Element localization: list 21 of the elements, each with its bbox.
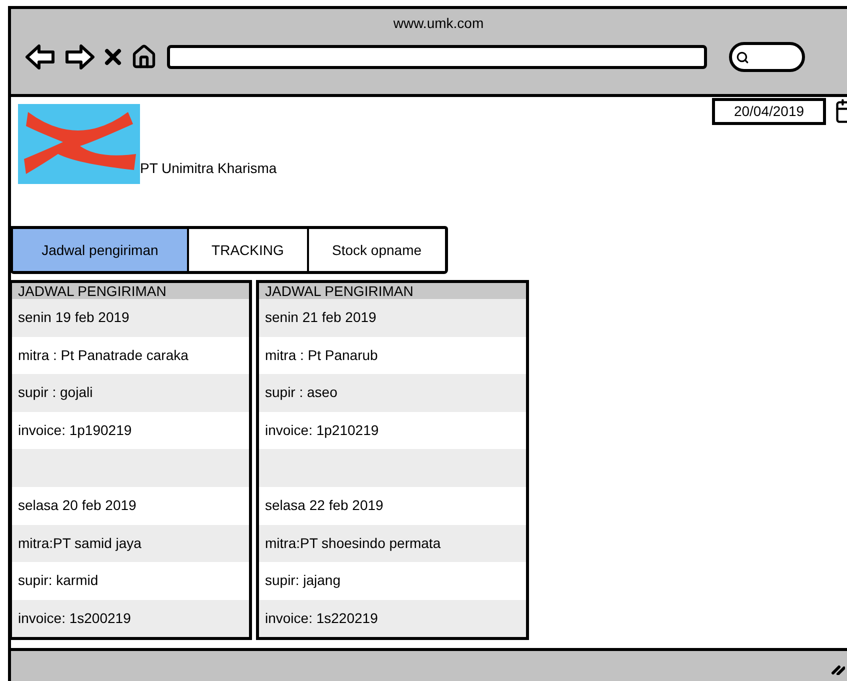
company-name: PT Unimitra Kharisma bbox=[140, 159, 277, 178]
schedule-row: invoice: 1s220219 bbox=[259, 600, 526, 638]
tab[interactable]: Jadwal pengiriman bbox=[13, 229, 187, 271]
schedule-row: mitra:PT samid jaya bbox=[12, 524, 249, 562]
schedule-row: supir : aseo bbox=[259, 374, 526, 412]
schedule-row: invoice: 1s200219 bbox=[12, 600, 249, 638]
search-icon bbox=[736, 50, 749, 64]
panel-title: JADWAL PENGIRIMAN bbox=[259, 283, 526, 299]
address-field[interactable] bbox=[167, 45, 707, 69]
forward-arrow-icon[interactable] bbox=[63, 43, 95, 71]
schedule-row: senin 21 feb 2019 bbox=[259, 299, 526, 337]
schedule-row: supir : gojali bbox=[12, 374, 249, 412]
home-icon[interactable] bbox=[131, 44, 157, 70]
panel-title: JADWAL PENGIRIMAN bbox=[12, 283, 249, 299]
page-url-title: www.umk.com bbox=[393, 14, 484, 33]
search-field[interactable] bbox=[729, 42, 805, 72]
date-field[interactable]: 20/04/2019 bbox=[712, 98, 826, 125]
schedule-row: mitra:PT shoesindo permata bbox=[259, 524, 526, 562]
tab[interactable]: Stock opname bbox=[306, 229, 445, 271]
back-arrow-icon[interactable] bbox=[25, 43, 57, 71]
schedule-row: senin 19 feb 2019 bbox=[12, 299, 249, 337]
